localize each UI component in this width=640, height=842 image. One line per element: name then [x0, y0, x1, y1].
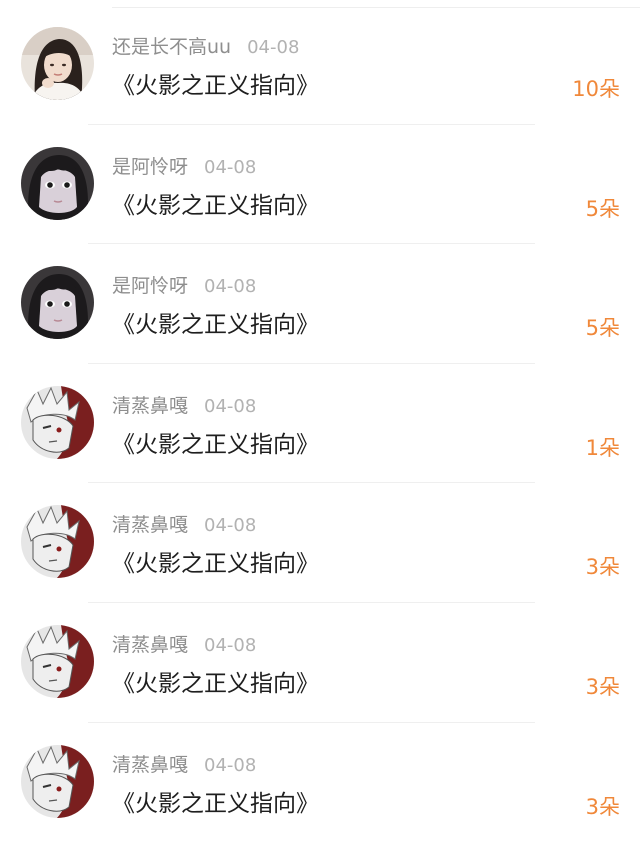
- flower-count: 3朵: [585, 794, 620, 819]
- date: 04-08: [204, 635, 257, 656]
- red-white-anime-avatar-icon: [21, 625, 94, 698]
- flower-count: 3朵: [585, 675, 620, 699]
- avatar[interactable]: [21, 744, 94, 818]
- record-meta: 清蒸鼻嘎 04-08: [112, 392, 256, 420]
- date: 04-08: [204, 754, 257, 776]
- red-white-anime-avatar-icon: [21, 744, 94, 818]
- list-item[interactable]: 是阿怜呀 04-08 《火影之正义指向》 5朵: [0, 244, 640, 364]
- list-item[interactable]: 清蒸鼻嘎 04-08 《火影之正义指向》 3朵: [0, 483, 640, 603]
- avatar[interactable]: [21, 27, 94, 100]
- flower-count: 3朵: [585, 555, 620, 580]
- avatar[interactable]: [21, 146, 94, 220]
- date: 04-08: [204, 395, 257, 417]
- username[interactable]: 还是长不高uu: [112, 36, 231, 58]
- avatar[interactable]: [21, 625, 94, 698]
- avatar[interactable]: [21, 266, 94, 340]
- date: 04-08: [247, 37, 300, 58]
- list-item[interactable]: 清蒸鼻嘎 04-08 《火影之正义指向》 1朵: [0, 364, 640, 484]
- username[interactable]: 是阿怜呀: [112, 156, 188, 178]
- gift-record-list: 还是长不高uu 04-08 《火影之正义指向》 10朵 是阿怜呀 04-08 《火影…: [0, 0, 640, 830]
- book-title[interactable]: 《火影之正义指向》: [112, 69, 319, 103]
- flower-count: 1朵: [585, 435, 620, 460]
- username[interactable]: 清蒸鼻嘎: [112, 514, 188, 536]
- book-title[interactable]: 《火影之正义指向》: [112, 667, 319, 701]
- book-title[interactable]: 《火影之正义指向》: [112, 308, 319, 342]
- flower-count: 10朵: [572, 77, 620, 101]
- username[interactable]: 清蒸鼻嘎: [112, 634, 188, 656]
- record-meta: 是阿怜呀 04-08: [112, 153, 256, 181]
- book-title[interactable]: 《火影之正义指向》: [112, 547, 319, 581]
- username[interactable]: 清蒸鼻嘎: [112, 754, 188, 776]
- red-white-anime-avatar-icon: [21, 385, 94, 459]
- list-item[interactable]: 还是长不高uu 04-08 《火影之正义指向》 10朵: [0, 5, 640, 125]
- record-meta: 清蒸鼻嘎 04-08: [112, 511, 256, 539]
- record-meta: 还是长不高uu 04-08: [112, 33, 299, 61]
- list-item[interactable]: 清蒸鼻嘎 04-08 《火影之正义指向》 3朵: [0, 723, 640, 842]
- list-item[interactable]: 是阿怜呀 04-08 《火影之正义指向》 5朵: [0, 125, 640, 245]
- flower-count: 5朵: [585, 316, 620, 341]
- record-meta: 是阿怜呀 04-08: [112, 272, 256, 300]
- date: 04-08: [204, 156, 257, 178]
- anime-girl-avatar-icon: [21, 146, 94, 220]
- anime-girl-avatar-icon: [21, 266, 94, 340]
- red-white-anime-avatar-icon: [21, 505, 94, 579]
- date: 04-08: [204, 276, 257, 298]
- avatar[interactable]: [21, 385, 94, 459]
- record-meta: 清蒸鼻嘎 04-08: [112, 631, 256, 659]
- book-title[interactable]: 《火影之正义指向》: [112, 428, 319, 462]
- book-title[interactable]: 《火影之正义指向》: [112, 787, 319, 821]
- date: 04-08: [204, 515, 257, 537]
- record-meta: 清蒸鼻嘎 04-08: [112, 751, 256, 779]
- girl-portrait-avatar-icon: [21, 27, 94, 100]
- username[interactable]: 清蒸鼻嘎: [112, 395, 188, 417]
- book-title[interactable]: 《火影之正义指向》: [112, 189, 319, 223]
- avatar[interactable]: [21, 505, 94, 579]
- list-item[interactable]: 清蒸鼻嘎 04-08 《火影之正义指向》 3朵: [0, 603, 640, 723]
- flower-count: 5朵: [585, 196, 620, 221]
- username[interactable]: 是阿怜呀: [112, 275, 188, 297]
